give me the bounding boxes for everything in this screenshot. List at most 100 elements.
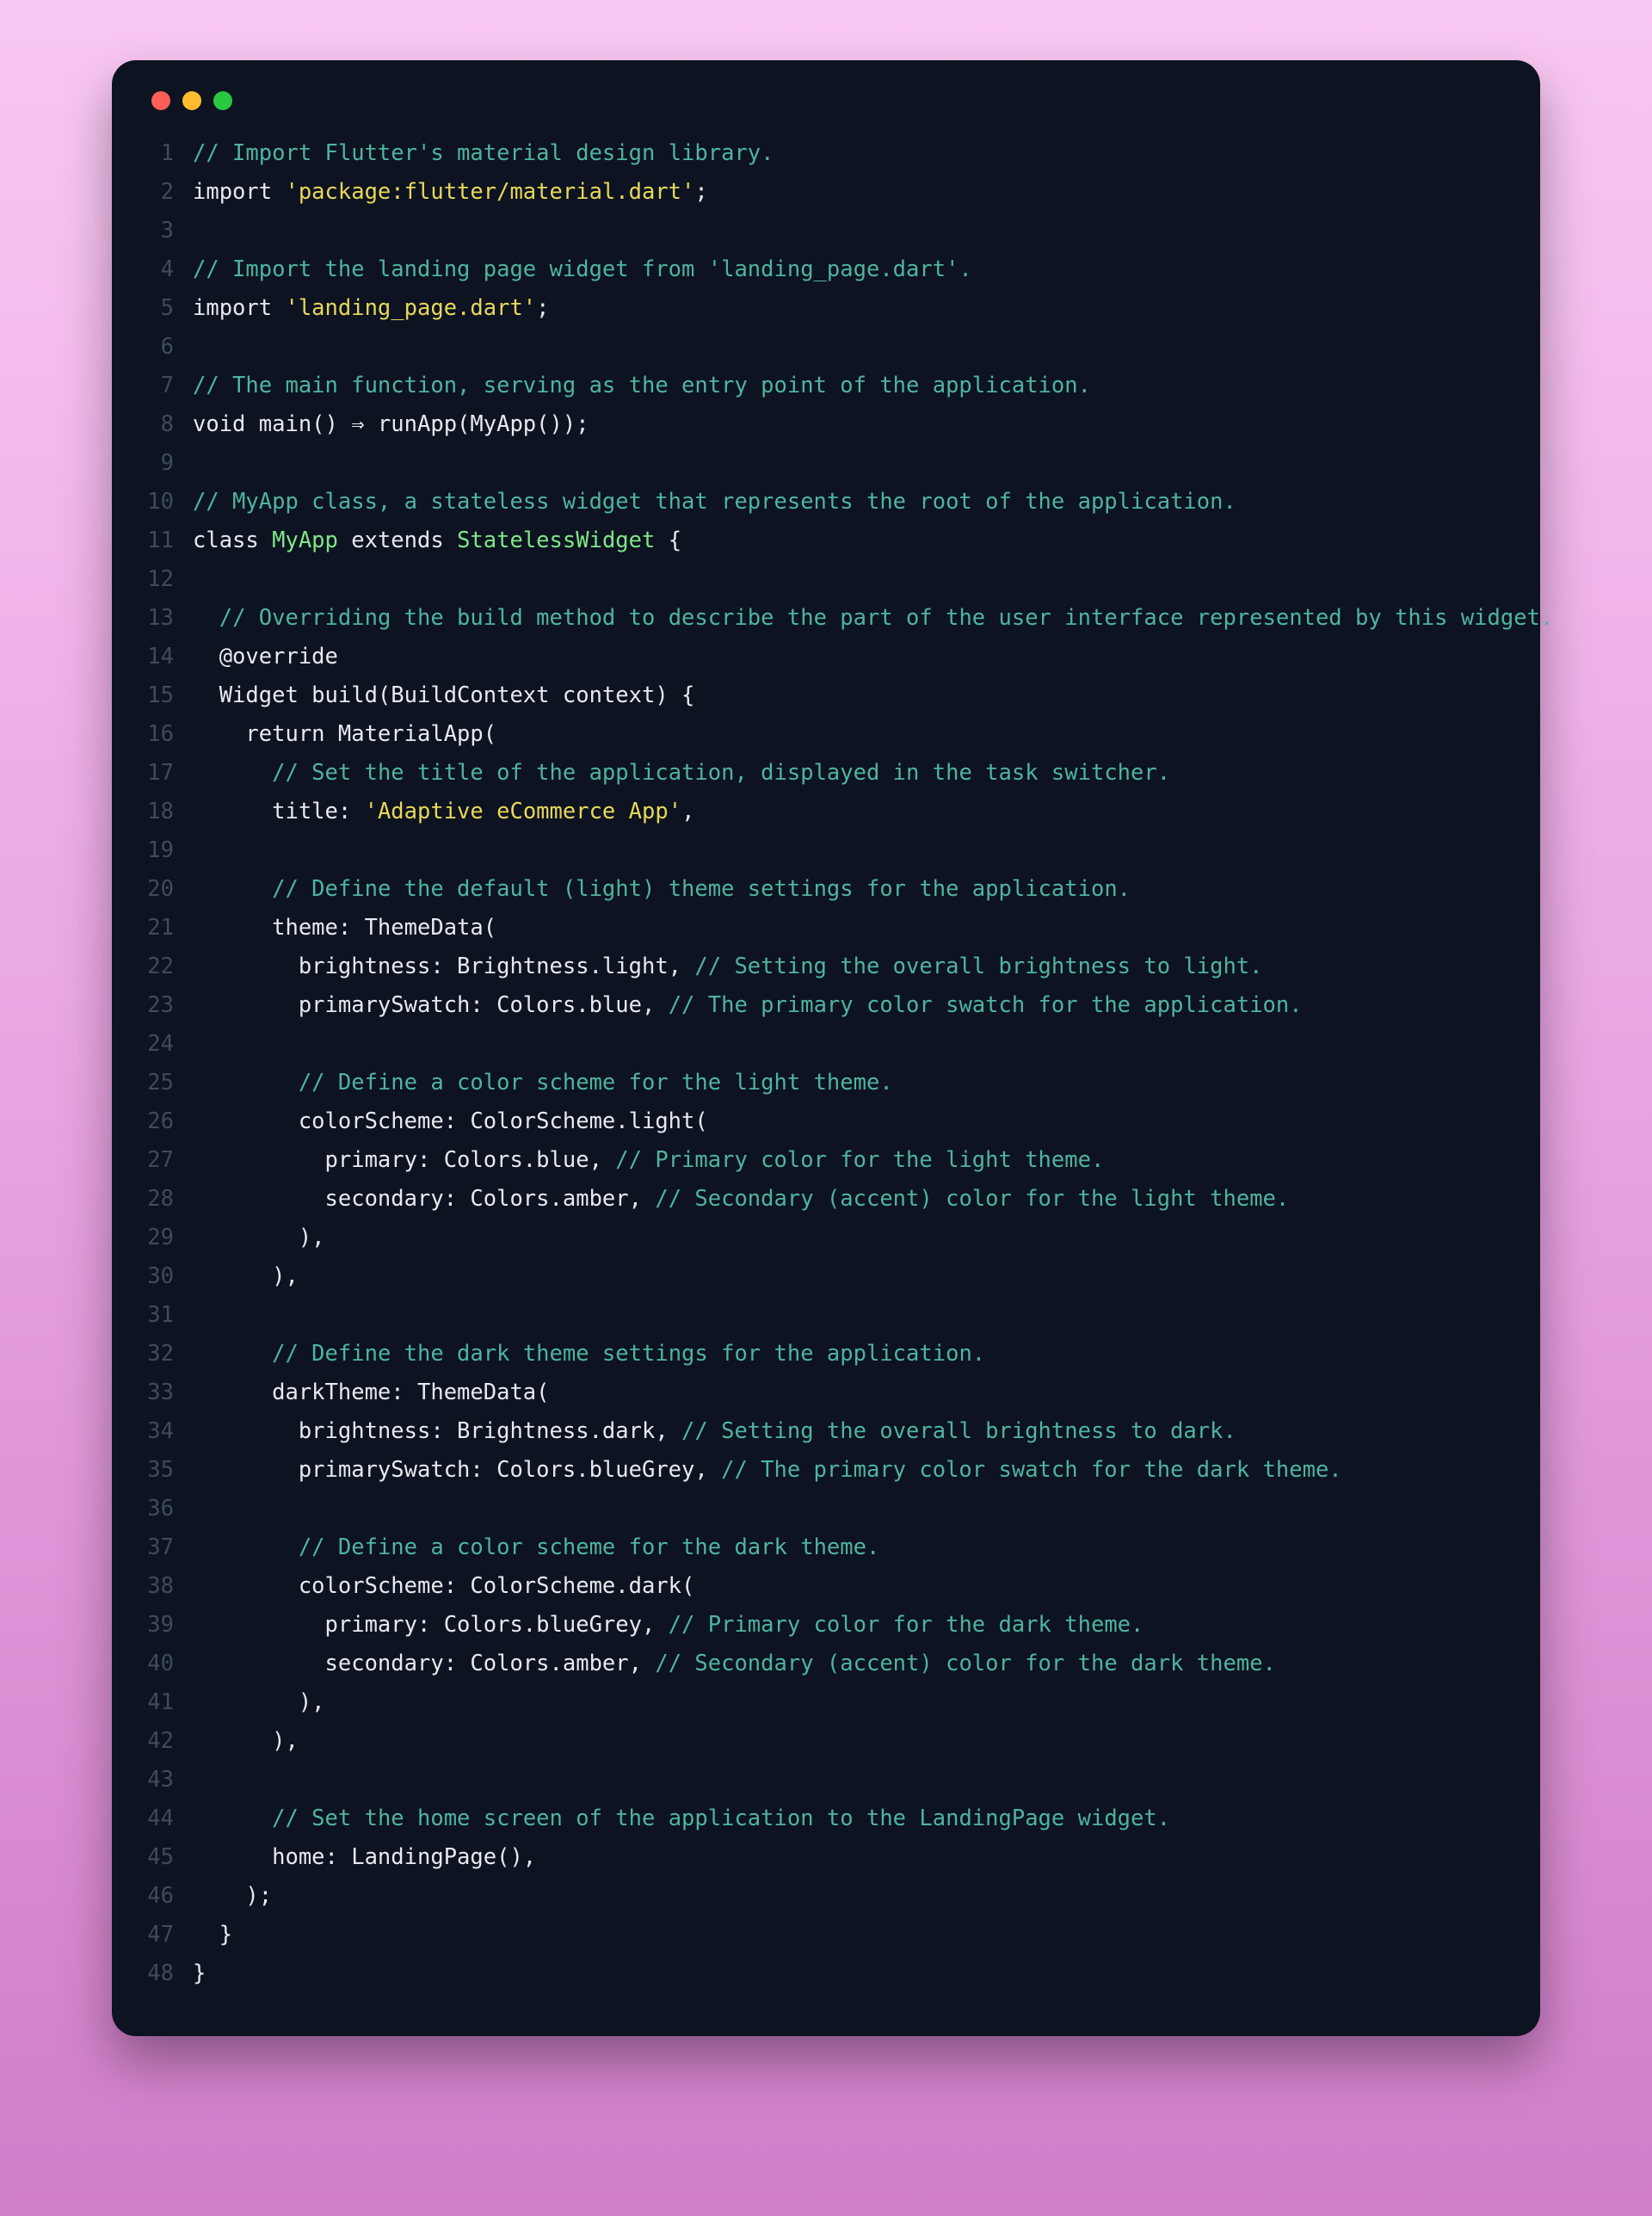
token-comment: // The primary color swatch for the dark… [721,1457,1342,1483]
token-class: MyApp [272,528,338,553]
code-line: 44 // Set the home screen of the applica… [146,1799,1506,1838]
line-content: @override [193,638,1506,676]
line-content: // Overriding the build method to descri… [193,599,1553,638]
code-editor-window: 1// Import Flutter's material design lib… [112,60,1540,2036]
line-number: 23 [146,986,193,1025]
line-content: secondary: Colors.amber, // Secondary (a… [193,1645,1506,1683]
line-number: 18 [146,793,193,831]
maximize-icon[interactable] [213,91,232,110]
code-line: 25 // Define a color scheme for the ligh… [146,1064,1506,1102]
code-line: 5import 'landing_page.dart'; [146,289,1506,328]
line-number: 43 [146,1761,193,1799]
line-content [193,328,1506,367]
code-line: 18 title: 'Adaptive eCommerce App', [146,793,1506,831]
token-plain: ; [536,295,549,321]
code-line: 3 [146,212,1506,250]
line-content [193,212,1506,250]
token-comment: // Define a color scheme for the light t… [299,1070,893,1096]
line-content: // Define a color scheme for the light t… [193,1064,1506,1102]
line-content: brightness: Brightness.dark, // Setting … [193,1412,1506,1451]
line-number: 38 [146,1567,193,1606]
code-line: 17 // Set the title of the application, … [146,754,1506,793]
line-number: 8 [146,405,193,444]
code-line: 38 colorScheme: ColorScheme.dark( [146,1567,1506,1606]
token-plain: void main() ⇒ runApp(MyApp()); [193,411,589,437]
token-comment: // Import Flutter's material design libr… [193,140,774,166]
token-comment: // Setting the overall brightness to dar… [681,1418,1236,1444]
line-number: 10 [146,483,193,522]
line-number: 11 [146,522,193,560]
token-plain: secondary: Colors.amber, [193,1651,655,1676]
window-traffic-lights [146,91,1506,110]
line-content: // Import Flutter's material design libr… [193,134,1506,173]
code-line: 15 Widget build(BuildContext context) { [146,676,1506,715]
token-plain: primarySwatch: Colors.blue, [193,992,669,1018]
token-plain: primary: Colors.blueGrey, [193,1612,669,1638]
code-line: 42 ), [146,1722,1506,1761]
line-number: 26 [146,1102,193,1141]
code-line: 19 [146,831,1506,870]
code-line: 43 [146,1761,1506,1799]
token-comment: // The primary color swatch for the appl… [669,992,1303,1018]
line-number: 30 [146,1257,193,1296]
code-line: 13 // Overriding the build method to des… [146,599,1506,638]
line-number: 22 [146,948,193,986]
token-comment: // The main function, serving as the ent… [193,373,1091,398]
line-content: ), [193,1722,1506,1761]
code-line: 10// MyApp class, a stateless widget tha… [146,483,1506,522]
token-string: 'Adaptive eCommerce App' [365,799,681,824]
token-plain: ; [694,179,707,205]
code-line: 20 // Define the default (light) theme s… [146,870,1506,909]
line-content: Widget build(BuildContext context) { [193,676,1506,715]
line-number: 44 [146,1799,193,1838]
close-icon[interactable] [151,91,170,110]
code-line: 29 ), [146,1219,1506,1257]
line-content [193,1296,1506,1335]
line-number: 9 [146,444,193,483]
line-content [193,1761,1506,1799]
token-plain: brightness: Brightness.dark, [193,1418,681,1444]
code-line: 33 darkTheme: ThemeData( [146,1373,1506,1412]
code-line: 11class MyApp extends StatelessWidget { [146,522,1506,560]
code-line: 23 primarySwatch: Colors.blue, // The pr… [146,986,1506,1025]
line-content [193,444,1506,483]
code-line: 40 secondary: Colors.amber, // Secondary… [146,1645,1506,1683]
line-number: 33 [146,1373,193,1412]
token-plain [193,1534,299,1560]
line-content: } [193,1954,1506,1993]
line-content: home: LandingPage(), [193,1838,1506,1877]
token-plain: title: [193,799,365,824]
token-plain [193,1070,299,1096]
token-keyword: import [193,295,285,321]
code-line: 16 return MaterialApp( [146,715,1506,754]
code-line: 21 theme: ThemeData( [146,909,1506,948]
token-comment: // Primary color for the light theme. [615,1147,1104,1173]
line-content: // Define a color scheme for the dark th… [193,1528,1506,1567]
token-plain: } [193,1960,206,1986]
line-content: class MyApp extends StatelessWidget { [193,522,1506,560]
token-comment: // Define a color scheme for the dark th… [299,1534,880,1560]
token-plain: , [681,799,694,824]
line-content: return MaterialApp( [193,715,1506,754]
line-content: primary: Colors.blue, // Primary color f… [193,1141,1506,1180]
line-number: 15 [146,676,193,715]
token-plain: ); [193,1883,272,1909]
token-plain: theme: ThemeData( [193,915,496,941]
token-comment: // Primary color for the dark theme. [669,1612,1144,1638]
line-number: 32 [146,1335,193,1373]
line-number: 16 [146,715,193,754]
line-content: } [193,1916,1506,1954]
code-line: 35 primarySwatch: Colors.blueGrey, // Th… [146,1451,1506,1490]
line-content: ), [193,1219,1506,1257]
line-content: ), [193,1257,1506,1296]
minimize-icon[interactable] [182,91,201,110]
code-line: 41 ), [146,1683,1506,1722]
line-content: darkTheme: ThemeData( [193,1373,1506,1412]
line-number: 41 [146,1683,193,1722]
code-line: 27 primary: Colors.blue, // Primary colo… [146,1141,1506,1180]
code-line: 45 home: LandingPage(), [146,1838,1506,1877]
code-line: 32 // Define the dark theme settings for… [146,1335,1506,1373]
line-number: 34 [146,1412,193,1451]
line-content [193,560,1506,599]
token-comment: // Define the default (light) theme sett… [272,876,1131,902]
